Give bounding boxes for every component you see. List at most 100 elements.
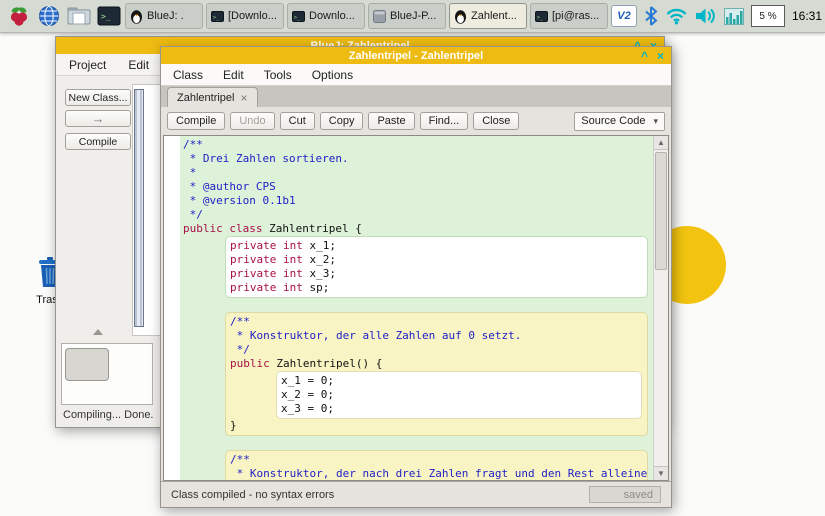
svg-text:>_: >_ [101, 12, 111, 21]
vnc-indicator[interactable]: V2 [611, 5, 637, 27]
scroll-down-icon[interactable]: ▼ [654, 466, 668, 480]
desktop: { "colors": { "taskbar_bg": "#d5dad2", "… [0, 0, 825, 516]
code-line: * @version 0.1b1 [183, 194, 653, 208]
task-button-download2[interactable]: >_ Downlo... [287, 3, 365, 29]
code-line: * Konstruktor, der alle Zahlen auf 0 set… [230, 329, 647, 343]
compile-button[interactable]: Compile [65, 133, 131, 150]
menu-edit[interactable]: Edit [223, 68, 244, 82]
vertical-scrollbar[interactable]: ▲ ▼ [653, 136, 668, 480]
scope-box-yellow: /** * Konstruktor, der alle Zahlen auf 0… [225, 312, 648, 436]
class-card-edge[interactable] [134, 89, 144, 327]
task-button-pi-terminal[interactable]: >_ [pi@ras... [530, 3, 608, 29]
code-line: * Konstruktor, der nach drei Zahlen frag… [230, 467, 647, 480]
code-area[interactable]: /** * Drei Zahlen sortieren. * * @author… [180, 136, 653, 480]
code-line: private int sp; [230, 281, 647, 295]
cpu-percent-value: 5 % [759, 11, 776, 22]
object-bench-slot [65, 348, 109, 381]
folder-icon [67, 6, 91, 26]
code-line: } [230, 419, 647, 433]
code-line [183, 298, 653, 312]
toolbar-button-compile[interactable]: Compile [167, 112, 225, 130]
code-line: * [183, 166, 653, 180]
svg-text:>_: >_ [213, 15, 220, 21]
terminal-icon: >_ [97, 6, 121, 26]
code-line: x_2 = 0; [281, 388, 641, 402]
volume-icon[interactable] [695, 7, 717, 25]
scope-box-white: private int x_1;private int x_2;private … [225, 236, 648, 298]
system-tray: V2 5 % 16:31 [611, 5, 825, 27]
wifi-icon[interactable] [665, 7, 688, 25]
editor-menubar: Class Edit Tools Options [161, 64, 671, 86]
close-icon[interactable]: × [657, 50, 664, 62]
arrow-icon: → [92, 111, 105, 126]
code-line: */ [230, 343, 647, 357]
editor-window-title: Zahlentripel - Zahlentripel [349, 50, 483, 62]
code-line: * Drei Zahlen sortieren. [183, 152, 653, 166]
vnc-label: V2 [617, 10, 630, 22]
penguin-icon [130, 9, 143, 24]
code-line: * @author CPS [183, 180, 653, 194]
bench-toggle-arrow[interactable] [93, 329, 103, 335]
menu-class[interactable]: Class [173, 68, 203, 82]
toolbar-button-find[interactable]: Find... [420, 112, 469, 130]
new-class-button[interactable]: New Class... [65, 89, 131, 106]
view-selector-dropdown[interactable]: Source Code ▾ [574, 112, 665, 131]
chevron-down-icon: ▾ [653, 116, 658, 127]
terminal-icon: >_ [535, 11, 548, 22]
tab-close-icon[interactable]: × [240, 92, 247, 104]
code-line: public class Zahlentripel { [183, 222, 653, 236]
editor-gutter[interactable] [164, 136, 180, 480]
scrollbar-thumb[interactable] [655, 152, 667, 270]
task-label: BlueJ-P... [390, 10, 436, 22]
terminal-launcher-button[interactable]: >_ [95, 3, 122, 30]
scope-box-white: x_1 = 0;x_2 = 0;x_3 = 0; [276, 371, 642, 419]
svg-text:>_: >_ [537, 15, 544, 21]
code-line: /** [230, 453, 647, 467]
task-button-bluej-p[interactable]: BlueJ-P... [368, 3, 446, 29]
toolbar-button-undo[interactable]: Undo [230, 112, 274, 130]
menu-tools[interactable]: Tools [264, 68, 292, 82]
toolbar-button-cut[interactable]: Cut [280, 112, 315, 130]
cpu-monitor-icon [724, 8, 744, 25]
file-manager-button[interactable] [65, 3, 92, 30]
task-button-download1[interactable]: >_ [Downlo... [206, 3, 284, 29]
dependency-arrow-button[interactable]: → [65, 110, 131, 127]
browser-button[interactable] [35, 3, 62, 30]
editor-tabstrip: Zahlentripel × [161, 86, 671, 107]
view-selector-value: Source Code [581, 115, 645, 127]
window-icon [373, 10, 386, 23]
code-line: public Zahlentripel() { [230, 357, 647, 371]
menu-project[interactable]: Project [69, 58, 106, 72]
editor-statusbar: Class compiled - no syntax errors saved [161, 481, 671, 507]
menu-button[interactable] [5, 3, 32, 30]
task-button-bluej[interactable]: BlueJ: . [125, 3, 203, 29]
editor-window-controls: ^ × [641, 47, 664, 64]
menu-edit[interactable]: Edit [128, 58, 149, 72]
code-line: /** [230, 315, 647, 329]
menu-options[interactable]: Options [312, 68, 353, 82]
toolbar-button-paste[interactable]: Paste [368, 112, 414, 130]
editor-titlebar[interactable]: Zahlentripel - Zahlentripel ^ × [161, 47, 671, 64]
task-label: Zahlent... [471, 10, 517, 22]
code-line: */ [183, 208, 653, 222]
toolbar-button-close[interactable]: Close [473, 112, 519, 130]
terminal-icon: >_ [211, 11, 224, 22]
editor-window: Zahlentripel - Zahlentripel ^ × Class Ed… [160, 46, 672, 508]
globe-icon [38, 5, 60, 27]
compile-status-text: Class compiled - no syntax errors [171, 489, 334, 501]
task-button-zahlentripel[interactable]: Zahlent... [449, 3, 527, 29]
scroll-up-icon[interactable]: ▲ [654, 136, 668, 150]
code-line: private int x_1; [230, 239, 647, 253]
toolbar-button-copy[interactable]: Copy [320, 112, 364, 130]
bluetooth-icon[interactable] [644, 6, 658, 26]
task-label: BlueJ: . [147, 10, 184, 22]
code-line: /** [183, 138, 653, 152]
saved-indicator: saved [589, 486, 661, 503]
terminal-icon: >_ [292, 11, 305, 22]
clock[interactable]: 16:31 [792, 9, 825, 23]
tab-zahlentripel[interactable]: Zahlentripel × [167, 87, 258, 107]
task-label: Downlo... [309, 10, 355, 22]
tab-label: Zahlentripel [177, 92, 234, 104]
minimize-icon[interactable]: ^ [641, 50, 648, 62]
code-line [183, 436, 653, 450]
